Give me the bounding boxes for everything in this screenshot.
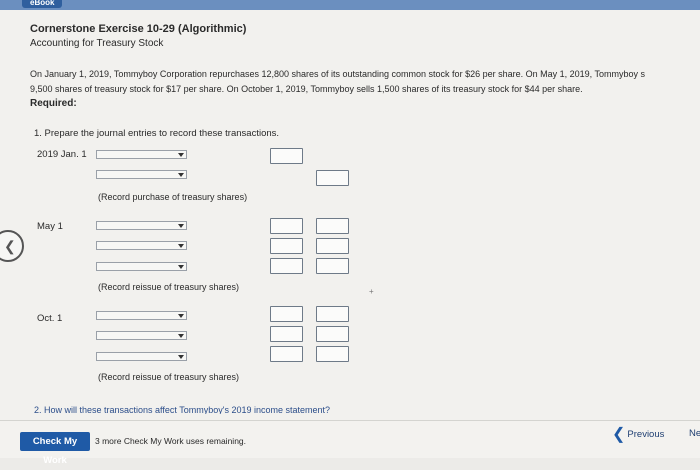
credit-input[interactable] (316, 170, 349, 186)
entry-note: (Record reissue of treasury shares) (98, 282, 240, 292)
entry-date: May 1 (37, 221, 63, 232)
problem-line-1: On January 1, 2019, Tommyboy Corporation… (30, 69, 645, 79)
chevron-left-icon: ❮ (4, 238, 16, 254)
problem-line-2: 9,500 shares of treasury stock for $17 p… (30, 84, 583, 94)
chevron-down-icon (178, 355, 184, 359)
debit-input[interactable] (270, 238, 303, 254)
account-dropdown[interactable] (96, 311, 187, 320)
entry-note: (Record purchase of treasury shares) (98, 192, 248, 202)
chevron-down-icon (178, 314, 184, 318)
ebook-tab[interactable]: eBook (22, 0, 63, 8)
next-button[interactable]: Ne (689, 428, 700, 439)
account-dropdown[interactable] (96, 241, 187, 250)
account-dropdown[interactable] (96, 352, 187, 361)
debit-input[interactable] (270, 258, 303, 274)
check-my-work-button[interactable]: Check My Work (20, 432, 90, 466)
top-bar (0, 0, 700, 10)
problem-statement: On January 1, 2019, Tommyboy Corporation… (30, 67, 700, 97)
required-label: Required: (30, 98, 77, 109)
debit-input[interactable] (270, 346, 303, 362)
question-1: 1. Prepare the journal entries to record… (34, 128, 280, 139)
chevron-left-icon: ❮ (612, 426, 626, 443)
credit-input[interactable] (316, 218, 349, 234)
debit-input[interactable] (270, 326, 303, 342)
exercise-title: Cornerstone Exercise 10-29 (Algorithmic) (30, 23, 247, 35)
account-dropdown[interactable] (96, 331, 187, 340)
account-dropdown[interactable] (96, 170, 187, 179)
credit-input[interactable] (316, 326, 349, 342)
chevron-down-icon (178, 244, 184, 248)
chevron-down-icon (178, 173, 184, 177)
entry-date: 2019 Jan. 1 (37, 149, 87, 160)
previous-button[interactable]: ❮ Previous (612, 424, 664, 444)
debit-input[interactable] (270, 306, 303, 322)
question-2: 2. How will these transactions affect To… (34, 405, 331, 414)
debit-input[interactable] (270, 218, 303, 234)
account-dropdown[interactable] (96, 221, 187, 230)
credit-input[interactable] (316, 306, 349, 322)
debit-input[interactable] (270, 148, 303, 164)
plus-icon: + (369, 287, 374, 296)
entry-note: (Record reissue of treasury shares) (98, 372, 240, 382)
chevron-down-icon (178, 265, 184, 269)
remaining-uses-text: 3 more Check My Work uses remaining. (95, 436, 247, 446)
credit-input[interactable] (316, 238, 349, 254)
chevron-down-icon (178, 224, 184, 228)
chevron-down-icon (178, 334, 184, 338)
chevron-down-icon (178, 153, 184, 157)
exercise-subtitle: Accounting for Treasury Stock (30, 38, 164, 49)
previous-label: Previous (627, 429, 665, 440)
credit-input[interactable] (316, 346, 349, 362)
account-dropdown[interactable] (96, 150, 187, 159)
credit-input[interactable] (316, 258, 349, 274)
entry-date: Oct. 1 (37, 313, 63, 324)
account-dropdown[interactable] (96, 262, 187, 271)
